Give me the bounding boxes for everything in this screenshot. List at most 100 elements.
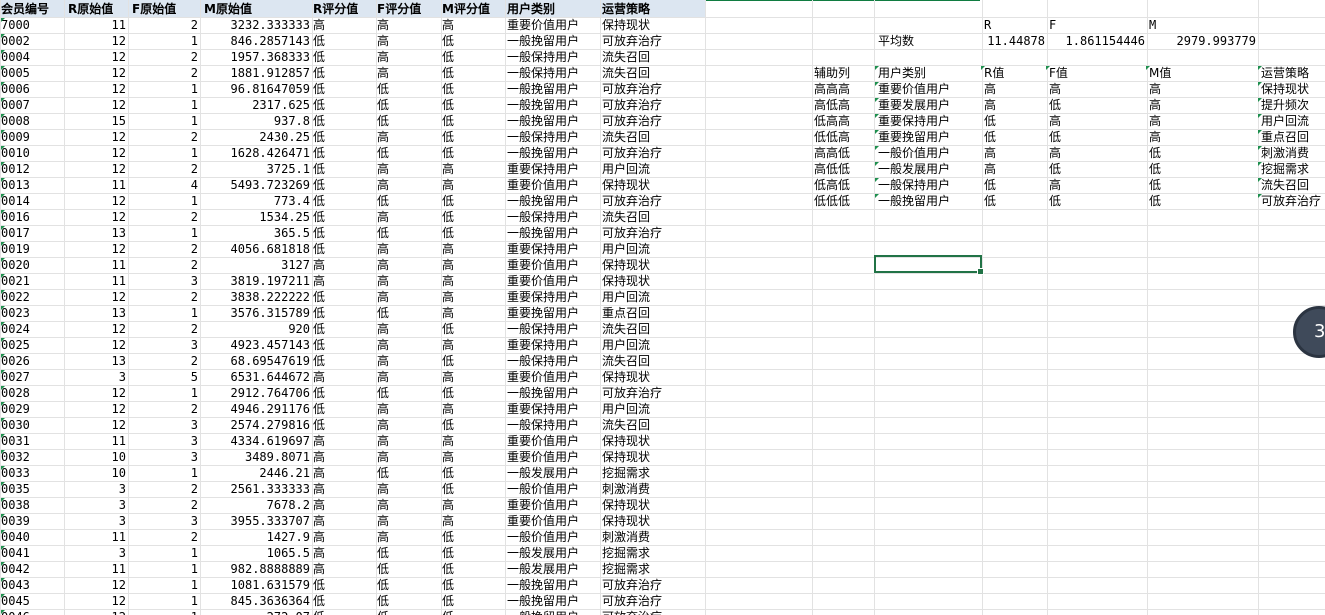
table-cell[interactable]: 1 bbox=[128, 193, 198, 209]
table-cell[interactable]: 高 bbox=[442, 513, 504, 529]
lookup-cell[interactable]: 低 bbox=[1149, 145, 1255, 161]
table-cell[interactable]: 1065.5 bbox=[200, 545, 310, 561]
table-cell[interactable]: 低 bbox=[313, 209, 375, 225]
table-cell[interactable]: 高 bbox=[313, 561, 375, 577]
table-cell[interactable]: 重要价值用户 bbox=[507, 433, 599, 449]
table-cell[interactable]: 1427.9 bbox=[200, 529, 310, 545]
table-cell[interactable]: 12 bbox=[64, 289, 126, 305]
table-cell[interactable]: 高 bbox=[442, 17, 504, 33]
lookup-cell[interactable]: 低高高 bbox=[814, 113, 874, 129]
lookup-cell[interactable]: 重要价值用户 bbox=[878, 81, 982, 97]
table-cell[interactable]: 重要价值用户 bbox=[507, 273, 599, 289]
lookup-cell[interactable]: 低 bbox=[1049, 193, 1145, 209]
m-raw-header[interactable]: M原始值 bbox=[204, 1, 314, 17]
table-cell[interactable]: 1 bbox=[128, 81, 198, 97]
table-cell[interactable]: 1 bbox=[128, 609, 198, 615]
table-cell[interactable]: 1 bbox=[128, 33, 198, 49]
table-cell[interactable]: 流失召回 bbox=[602, 321, 704, 337]
table-cell[interactable]: 低 bbox=[442, 545, 504, 561]
m-value-header[interactable]: M值 bbox=[1149, 65, 1255, 81]
table-cell[interactable]: 0010 bbox=[1, 145, 63, 161]
table-cell[interactable]: 高 bbox=[377, 513, 439, 529]
table-cell[interactable]: 重要价值用户 bbox=[507, 513, 599, 529]
table-cell[interactable]: 2 bbox=[128, 17, 198, 33]
lookup-cell[interactable]: 重要保持用户 bbox=[878, 113, 982, 129]
lookup-cell[interactable]: 用户回流 bbox=[1261, 113, 1325, 129]
lookup-cell[interactable]: 低 bbox=[1149, 161, 1255, 177]
table-cell[interactable]: 1 bbox=[128, 545, 198, 561]
table-cell[interactable]: 11 bbox=[64, 257, 126, 273]
lookup-cell[interactable]: 高 bbox=[1149, 97, 1255, 113]
table-cell[interactable]: 低 bbox=[313, 145, 375, 161]
table-cell[interactable]: 高 bbox=[442, 449, 504, 465]
lookup-cell[interactable]: 一般价值用户 bbox=[878, 145, 982, 161]
lookup-cell[interactable]: 高高高 bbox=[814, 81, 874, 97]
table-cell[interactable]: 用户回流 bbox=[602, 401, 704, 417]
table-cell[interactable]: 0030 bbox=[1, 417, 63, 433]
table-cell[interactable]: 3819.197211 bbox=[200, 273, 310, 289]
table-cell[interactable]: 0028 bbox=[1, 385, 63, 401]
table-cell[interactable]: 12 bbox=[64, 337, 126, 353]
lookup-cell[interactable]: 低高低 bbox=[814, 177, 874, 193]
table-cell[interactable]: 高 bbox=[377, 209, 439, 225]
table-cell[interactable]: 高 bbox=[313, 257, 375, 273]
table-cell[interactable]: 0029 bbox=[1, 401, 63, 417]
table-cell[interactable]: 4334.619697 bbox=[200, 433, 310, 449]
lookup-cell[interactable]: 高 bbox=[1149, 81, 1255, 97]
table-cell[interactable]: 15 bbox=[64, 113, 126, 129]
table-cell[interactable]: 0041 bbox=[1, 545, 63, 561]
table-cell[interactable]: 高 bbox=[377, 417, 439, 433]
table-cell[interactable]: 可放弃治疗 bbox=[602, 81, 704, 97]
average-label[interactable]: 平均数 bbox=[878, 33, 978, 49]
table-cell[interactable]: 2 bbox=[128, 161, 198, 177]
lookup-cell[interactable]: 低低高 bbox=[814, 129, 874, 145]
table-cell[interactable]: 挖掘需求 bbox=[602, 545, 704, 561]
lookup-cell[interactable]: 低 bbox=[1149, 177, 1255, 193]
table-cell[interactable]: 10 bbox=[64, 449, 126, 465]
table-cell[interactable]: 高 bbox=[377, 337, 439, 353]
table-cell[interactable]: 保持现状 bbox=[602, 497, 704, 513]
f-raw-header[interactable]: F原始值 bbox=[132, 1, 202, 17]
m-score-header[interactable]: M评分值 bbox=[442, 1, 504, 17]
table-cell[interactable]: 一般保持用户 bbox=[507, 129, 599, 145]
table-cell[interactable]: 可放弃治疗 bbox=[602, 145, 704, 161]
table-cell[interactable]: 低 bbox=[442, 609, 504, 615]
table-cell[interactable]: 一般挽留用户 bbox=[507, 577, 599, 593]
table-cell[interactable]: 2 bbox=[128, 241, 198, 257]
table-cell[interactable]: 0021 bbox=[1, 273, 63, 289]
table-cell[interactable]: 2 bbox=[128, 481, 198, 497]
table-cell[interactable]: 1 bbox=[128, 465, 198, 481]
table-cell[interactable]: 一般保持用户 bbox=[507, 321, 599, 337]
table-cell[interactable]: 0024 bbox=[1, 321, 63, 337]
table-cell[interactable]: 1628.426471 bbox=[200, 145, 310, 161]
table-cell[interactable]: 可放弃治疗 bbox=[602, 593, 704, 609]
table-cell[interactable]: 高 bbox=[377, 241, 439, 257]
table-cell[interactable]: 低 bbox=[313, 609, 375, 615]
table-cell[interactable]: 773.4 bbox=[200, 193, 310, 209]
lookup-cell[interactable]: 高低低 bbox=[814, 161, 874, 177]
table-cell[interactable]: 低 bbox=[377, 593, 439, 609]
table-cell[interactable]: 0013 bbox=[1, 177, 63, 193]
table-cell[interactable]: 13 bbox=[64, 225, 126, 241]
table-cell[interactable]: 0033 bbox=[1, 465, 63, 481]
table-cell[interactable]: 高 bbox=[377, 33, 439, 49]
table-cell[interactable]: 3 bbox=[64, 513, 126, 529]
table-cell[interactable]: 可放弃治疗 bbox=[602, 33, 704, 49]
table-cell[interactable]: 低 bbox=[377, 193, 439, 209]
table-cell[interactable]: 重要保持用户 bbox=[507, 337, 599, 353]
lookup-cell[interactable]: 一般挽留用户 bbox=[878, 193, 982, 209]
table-cell[interactable]: 高 bbox=[313, 529, 375, 545]
table-cell[interactable]: 低 bbox=[442, 65, 504, 81]
table-cell[interactable]: 保持现状 bbox=[602, 513, 704, 529]
lookup-cell[interactable]: 提升频次 bbox=[1261, 97, 1325, 113]
table-cell[interactable]: 高 bbox=[377, 433, 439, 449]
table-cell[interactable]: 11 bbox=[64, 273, 126, 289]
table-cell[interactable]: 0004 bbox=[1, 49, 63, 65]
lookup-cell[interactable]: 高 bbox=[1049, 81, 1145, 97]
table-cell[interactable]: 流失召回 bbox=[602, 65, 704, 81]
summary-col-r[interactable]: R bbox=[984, 17, 1044, 33]
table-cell[interactable]: 11 bbox=[64, 17, 126, 33]
table-cell[interactable]: 3 bbox=[64, 369, 126, 385]
table-cell[interactable]: 可放弃治疗 bbox=[602, 385, 704, 401]
lookup-cell[interactable]: 低 bbox=[984, 177, 1044, 193]
